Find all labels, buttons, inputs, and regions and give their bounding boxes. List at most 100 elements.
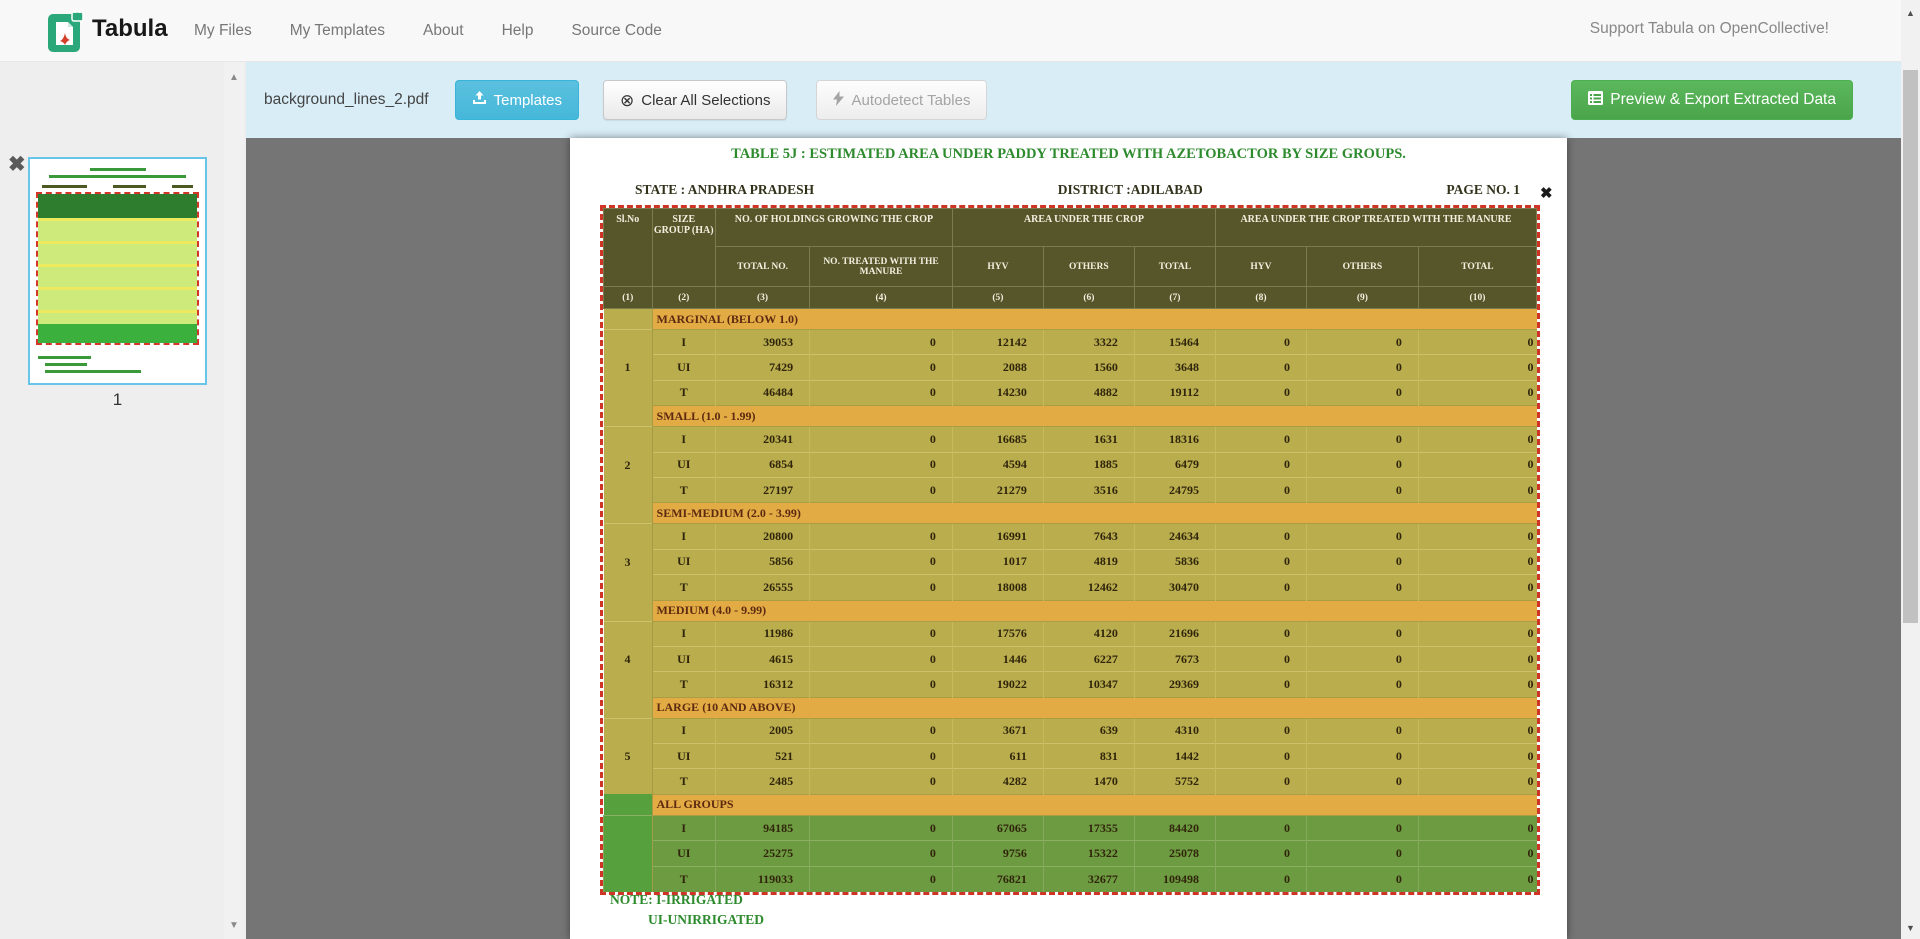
group-label: LARGE (10 AND ABOVE) [652, 697, 1536, 718]
column-header: HYV [952, 247, 1043, 287]
table-cell: 0 [1215, 355, 1306, 380]
table-cell: 0 [1418, 330, 1536, 355]
table-cell: 0 [1215, 841, 1306, 866]
column-header: OTHERS [1306, 247, 1418, 287]
table-cell: 4310 [1134, 718, 1215, 743]
table-row: T265550180081246230470000 [604, 575, 1537, 600]
table-cell: 0 [1306, 355, 1418, 380]
table-cell: 0 [1215, 744, 1306, 769]
table-row: 4I11986017576412021696000 [604, 621, 1537, 646]
row-label-cell: I [652, 330, 715, 355]
table-cell: 0 [810, 524, 953, 549]
table-cell: 1560 [1043, 355, 1134, 380]
group-number-cell: 5 [604, 718, 653, 794]
templates-button[interactable]: Templates [455, 80, 579, 120]
thumb-subtitle-line [49, 175, 186, 178]
table-cell: 0 [810, 744, 953, 769]
table-cell: 5856 [715, 549, 809, 574]
support-link[interactable]: Support Tabula on OpenCollective! [1590, 20, 1829, 38]
group-number-cell: 1 [604, 330, 653, 406]
pdf-page[interactable]: TABLE 5J : ESTIMATED AREA UNDER PADDY TR… [570, 138, 1567, 939]
table-row: I941850670651735584420000 [604, 815, 1537, 840]
table-cell: 10347 [1043, 672, 1134, 697]
scroll-up-icon[interactable]: ▲ [224, 72, 244, 83]
table-cell: 18008 [952, 575, 1043, 600]
table-cell: 0 [1306, 477, 1418, 502]
table-cell: 0 [1418, 427, 1536, 452]
table-cell: 30470 [1134, 575, 1215, 600]
brand-title[interactable]: Tabula [92, 15, 168, 43]
column-number: (6) [1043, 287, 1134, 309]
table-cell: 0 [1306, 621, 1418, 646]
column-header: OTHERS [1043, 247, 1134, 287]
table-cell: 0 [1418, 355, 1536, 380]
nav-my-files[interactable]: My Files [194, 22, 252, 40]
scroll-down-icon[interactable]: ▼ [1901, 923, 1920, 933]
table-cell: 1631 [1043, 427, 1134, 452]
table-cell: 2485 [715, 769, 809, 794]
document-viewport[interactable]: TABLE 5J : ESTIMATED AREA UNDER PADDY TR… [246, 138, 1901, 939]
table-cell: 0 [1215, 330, 1306, 355]
column-header: TOTAL NO. [715, 247, 809, 287]
thumb-table-header [38, 194, 197, 218]
column-header: TOTAL [1418, 247, 1536, 287]
table-cell: 21279 [952, 477, 1043, 502]
table-cell: 12462 [1043, 575, 1134, 600]
table-cell: 0 [1418, 866, 1536, 891]
autodetect-tables-button[interactable]: Autodetect Tables [816, 80, 987, 120]
nav-about[interactable]: About [423, 22, 464, 40]
scroll-down-icon[interactable]: ▼ [224, 920, 244, 931]
nav-my-templates[interactable]: My Templates [290, 22, 385, 40]
table-cell: 0 [1306, 841, 1418, 866]
row-label-cell: UI [652, 646, 715, 671]
table-cell: 1470 [1043, 769, 1134, 794]
table-cell: 4594 [952, 452, 1043, 477]
scrollbar-thumb[interactable] [1903, 70, 1918, 623]
row-label-cell: I [652, 621, 715, 646]
nav-source-code[interactable]: Source Code [571, 22, 661, 40]
table-cell: 0 [1306, 815, 1418, 840]
remove-selection-icon[interactable]: ✖ [1540, 184, 1553, 202]
clear-selections-button[interactable]: ⊗ Clear All Selections [603, 80, 787, 120]
table-cell: 0 [1215, 646, 1306, 671]
table-cell: 0 [1418, 452, 1536, 477]
window-scrollbar[interactable]: ▲ ▼ [1901, 0, 1920, 939]
tabula-logo-icon[interactable] [48, 10, 84, 52]
table-cell: 0 [810, 718, 953, 743]
row-label-cell: T [652, 866, 715, 891]
table-cell: 521 [715, 744, 809, 769]
sidebar-scrollbar[interactable]: ▲ ▼ [224, 62, 244, 939]
table-selection-box[interactable]: ✖ Sl.No SIZE GROUP (HA) NO. OF HOLDINGS … [600, 205, 1540, 895]
table-cell: 0 [1215, 718, 1306, 743]
column-group-header: AREA UNDER THE CROP [952, 209, 1215, 247]
table-cell: 12142 [952, 330, 1043, 355]
column-number: (5) [952, 287, 1043, 309]
table-cell: 3648 [1134, 355, 1215, 380]
navbar: Tabula My Files My Templates About Help … [0, 0, 1901, 62]
scroll-up-icon[interactable]: ▲ [1901, 8, 1920, 18]
table-cell: 0 [1306, 549, 1418, 574]
lightning-icon [833, 91, 844, 110]
table-cell: 0 [1418, 672, 1536, 697]
table-cell: 0 [1306, 427, 1418, 452]
table-cell: 0 [1215, 575, 1306, 600]
page-thumbnail[interactable] [28, 157, 207, 385]
thumb-title-line [90, 168, 146, 171]
table-cell: 29369 [1134, 672, 1215, 697]
group-label: MARGINAL (BELOW 1.0) [652, 309, 1536, 330]
nav-help[interactable]: Help [502, 22, 534, 40]
table-cell: 5836 [1134, 549, 1215, 574]
toolbar: background_lines_2.pdf Templates ⊗ Clear… [246, 62, 1901, 138]
table-cell: 0 [810, 575, 953, 600]
table-cell: 0 [810, 866, 953, 891]
table-cell: 24634 [1134, 524, 1215, 549]
delete-page-icon[interactable]: ✖ [8, 152, 26, 177]
row-label-cell: I [652, 427, 715, 452]
thumb-table-preview [36, 192, 199, 345]
table-cell: 119033 [715, 866, 809, 891]
export-button[interactable]: Preview & Export Extracted Data [1571, 80, 1853, 120]
table-cell: 20341 [715, 427, 809, 452]
table-row: 3I20800016991764324634000 [604, 524, 1537, 549]
table-cell: 0 [1215, 769, 1306, 794]
row-label-cell: UI [652, 549, 715, 574]
